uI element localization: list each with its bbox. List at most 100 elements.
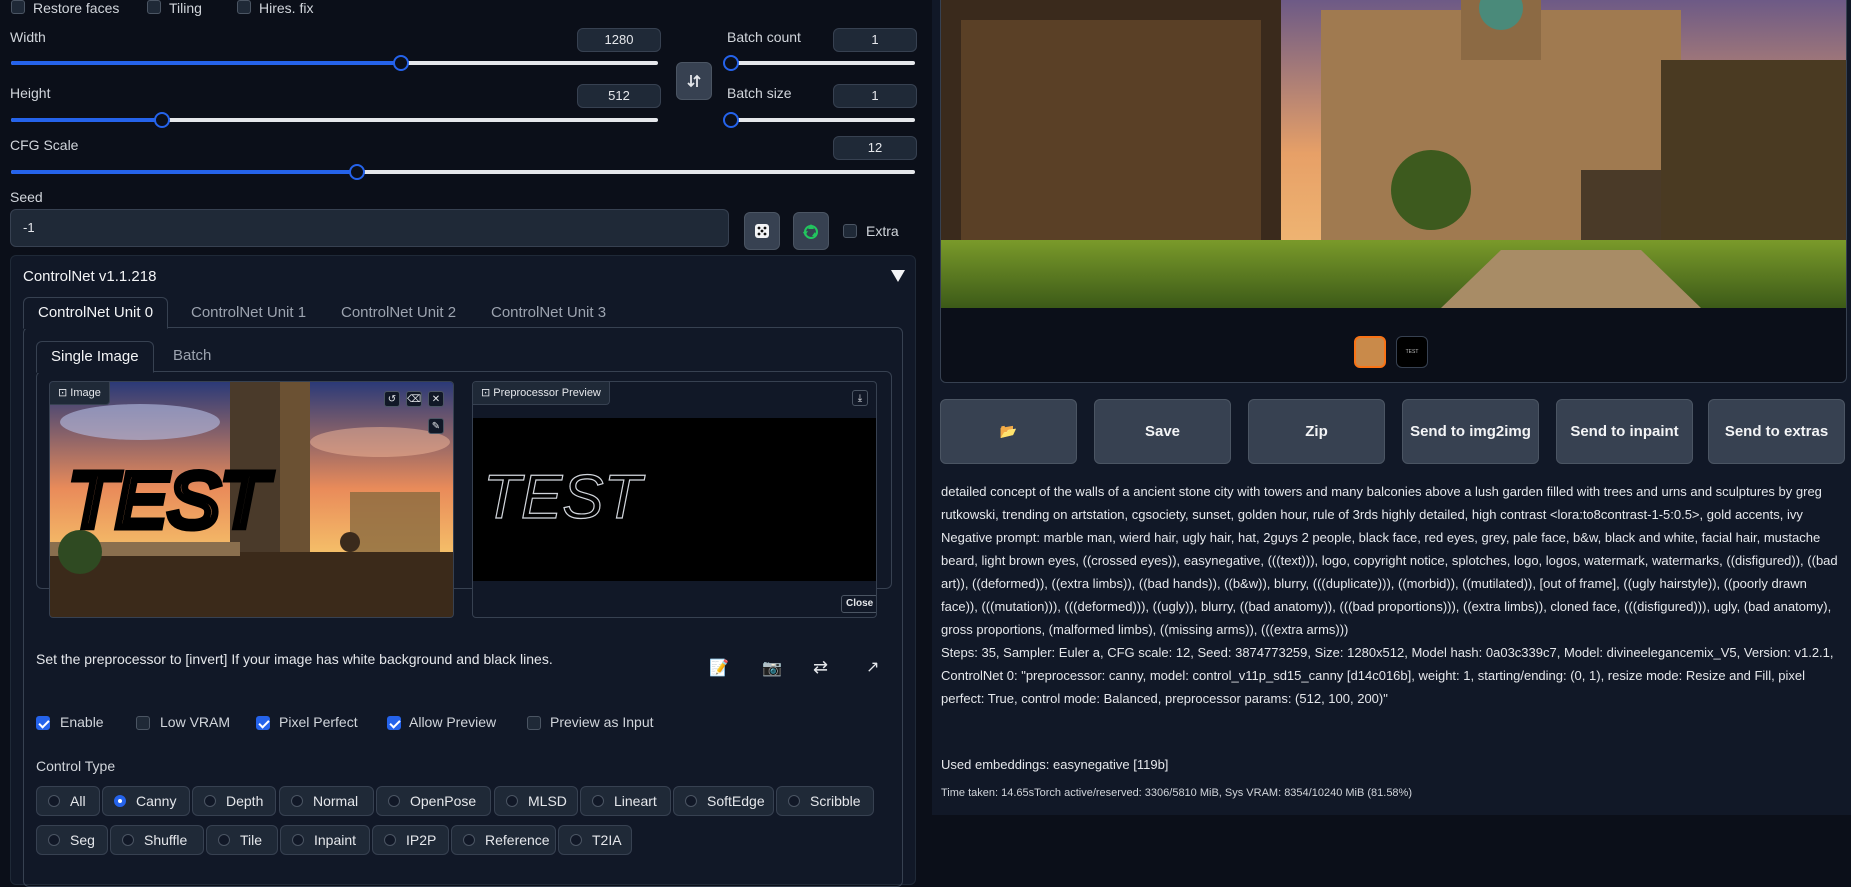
control-type-all[interactable]: All — [36, 786, 100, 816]
generation-negative-prompt: Negative prompt: marble man, wierd hair,… — [941, 530, 1838, 637]
radio-dot — [685, 795, 697, 807]
send-dimensions-icon[interactable]: ↗ — [866, 657, 879, 677]
tiling-checkbox[interactable] — [147, 0, 161, 14]
reuse-seed-button[interactable] — [793, 212, 829, 250]
height-input[interactable]: 512 — [577, 84, 661, 108]
tab-unit-0[interactable]: ControlNet Unit 0 — [23, 297, 169, 329]
close-icon[interactable]: ✕ — [428, 391, 444, 407]
control-type-depth[interactable]: Depth — [192, 786, 276, 816]
control-type-seg[interactable]: Seg — [36, 825, 108, 855]
eraser-icon[interactable]: ⌫ — [406, 391, 422, 407]
batch-count-slider[interactable] — [723, 55, 915, 71]
width-input[interactable]: 1280 — [577, 28, 661, 52]
cfg-scale-input[interactable]: 12 — [833, 136, 917, 160]
radio-dot — [570, 834, 582, 846]
height-label: Height — [10, 85, 51, 101]
hires-fix-checkbox[interactable] — [237, 0, 251, 14]
control-type-normal[interactable]: Normal — [279, 786, 374, 816]
send-to-extras-button[interactable]: Send to extras — [1708, 399, 1845, 464]
enable-checkbox[interactable] — [36, 716, 50, 730]
collapse-triangle-icon[interactable] — [891, 270, 905, 282]
tab-single-image[interactable]: Single Image — [36, 341, 154, 373]
control-type-scribble-label: Scribble — [810, 793, 861, 809]
brush-icon[interactable]: ✎ — [428, 418, 444, 434]
settings-panel: Restore faces Tiling Hires. fix Width 12… — [0, 0, 930, 887]
radio-dot — [388, 795, 400, 807]
control-type-mlsd-label: MLSD — [528, 793, 567, 809]
extra-seed-checkbox[interactable] — [843, 224, 857, 238]
swap-dimensions-button[interactable] — [676, 62, 712, 100]
save-button[interactable]: Save — [1094, 399, 1231, 464]
control-type-shuffle-label: Shuffle — [144, 832, 188, 848]
image-label: Image — [70, 387, 101, 399]
gallery-thumb-2[interactable]: TEST — [1396, 336, 1428, 368]
send-to-inpaint-button[interactable]: Send to inpaint — [1556, 399, 1693, 464]
random-seed-button[interactable] — [744, 212, 780, 250]
control-type-softedge-label: SoftEdge — [707, 793, 765, 809]
radio-dot — [291, 795, 303, 807]
radio-dot — [218, 834, 230, 846]
batch-size-slider[interactable] — [723, 112, 915, 128]
control-type-inpaint[interactable]: Inpaint — [280, 825, 370, 855]
tab-unit-3[interactable]: ControlNet Unit 3 — [491, 304, 606, 321]
tab-batch[interactable]: Batch — [173, 347, 211, 364]
preprocessor-preview: ⊡ Preprocessor Preview ⤓ TEST Close — [472, 381, 877, 618]
controlnet-title[interactable]: ControlNet v1.1.218 — [23, 268, 156, 285]
undo-icon[interactable]: ↺ — [384, 391, 400, 407]
zip-button[interactable]: Zip — [1248, 399, 1385, 464]
radio-dot — [204, 795, 216, 807]
radio-dot — [592, 795, 604, 807]
notes-icon[interactable]: 📝 — [709, 658, 729, 678]
preview-text: TEST — [483, 463, 646, 532]
control-type-scribble[interactable]: Scribble — [776, 786, 874, 816]
control-type-openpose-label: OpenPose — [410, 793, 477, 809]
swap-arrows-icon[interactable]: ⇄ — [813, 657, 828, 678]
tab-unit-2[interactable]: ControlNet Unit 2 — [341, 304, 456, 321]
control-type-tile-label: Tile — [240, 832, 263, 848]
control-type-all-label: All — [70, 793, 86, 809]
pixel-perfect-checkbox[interactable] — [256, 716, 270, 730]
batch-size-input[interactable]: 1 — [833, 84, 917, 108]
width-slider[interactable] — [11, 55, 658, 71]
seed-label: Seed — [10, 189, 43, 205]
input-image: TEST — [50, 382, 453, 617]
control-type-reference[interactable]: Reference — [451, 825, 556, 855]
seed-input[interactable]: -1 — [10, 209, 729, 247]
cfg-scale-slider[interactable] — [11, 164, 915, 180]
radio-dot — [788, 795, 800, 807]
open-folder-button[interactable]: 📂 — [940, 399, 1077, 464]
control-type-depth-label: Depth — [226, 793, 264, 809]
image-canvas[interactable]: TEST ⊡ Image ↺ ⌫ ✕ ✎ — [49, 381, 454, 618]
batch-count-input[interactable]: 1 — [833, 28, 917, 52]
preview-as-input-checkbox[interactable] — [527, 716, 541, 730]
control-type-tile[interactable]: Tile — [206, 825, 278, 855]
control-type-t2ia-label: T2IA — [592, 832, 622, 848]
restore-faces-checkbox[interactable] — [11, 0, 25, 14]
folder-icon: 📂 — [999, 423, 1018, 439]
low-vram-checkbox[interactable] — [136, 716, 150, 730]
download-icon[interactable]: ⤓ — [852, 390, 868, 406]
control-type-shuffle[interactable]: Shuffle — [110, 825, 204, 855]
control-type-lineart[interactable]: Lineart — [580, 786, 671, 816]
control-type-softedge[interactable]: SoftEdge — [673, 786, 774, 816]
output-image[interactable] — [941, 0, 1846, 308]
control-type-canny[interactable]: Canny — [102, 786, 190, 816]
control-type-openpose[interactable]: OpenPose — [376, 786, 491, 816]
gallery-thumb-1[interactable] — [1354, 336, 1386, 368]
generation-prompt: detailed concept of the walls of a ancie… — [941, 484, 1822, 522]
allow-preview-checkbox[interactable] — [387, 716, 401, 730]
image-label-chip: ⊡ Image — [50, 382, 110, 405]
preview-close-button[interactable]: Close — [841, 595, 876, 613]
control-type-mlsd[interactable]: MLSD — [494, 786, 578, 816]
camera-icon[interactable]: 📷 — [762, 658, 782, 678]
control-type-t2ia[interactable]: T2IA — [558, 825, 632, 855]
time-taken: Time taken: 14.65sTorch active/reserved:… — [941, 787, 1412, 799]
height-slider[interactable] — [11, 112, 658, 128]
control-type-ip2p[interactable]: IP2P — [372, 825, 449, 855]
used-embeddings: Used embeddings: easynegative [119b] — [941, 757, 1169, 772]
width-label: Width — [10, 29, 46, 45]
tab-unit-1[interactable]: ControlNet Unit 1 — [191, 304, 306, 321]
radio-dot — [48, 795, 60, 807]
low-vram-label: Low VRAM — [160, 714, 231, 730]
send-to-img2img-button[interactable]: Send to img2img — [1402, 399, 1539, 464]
